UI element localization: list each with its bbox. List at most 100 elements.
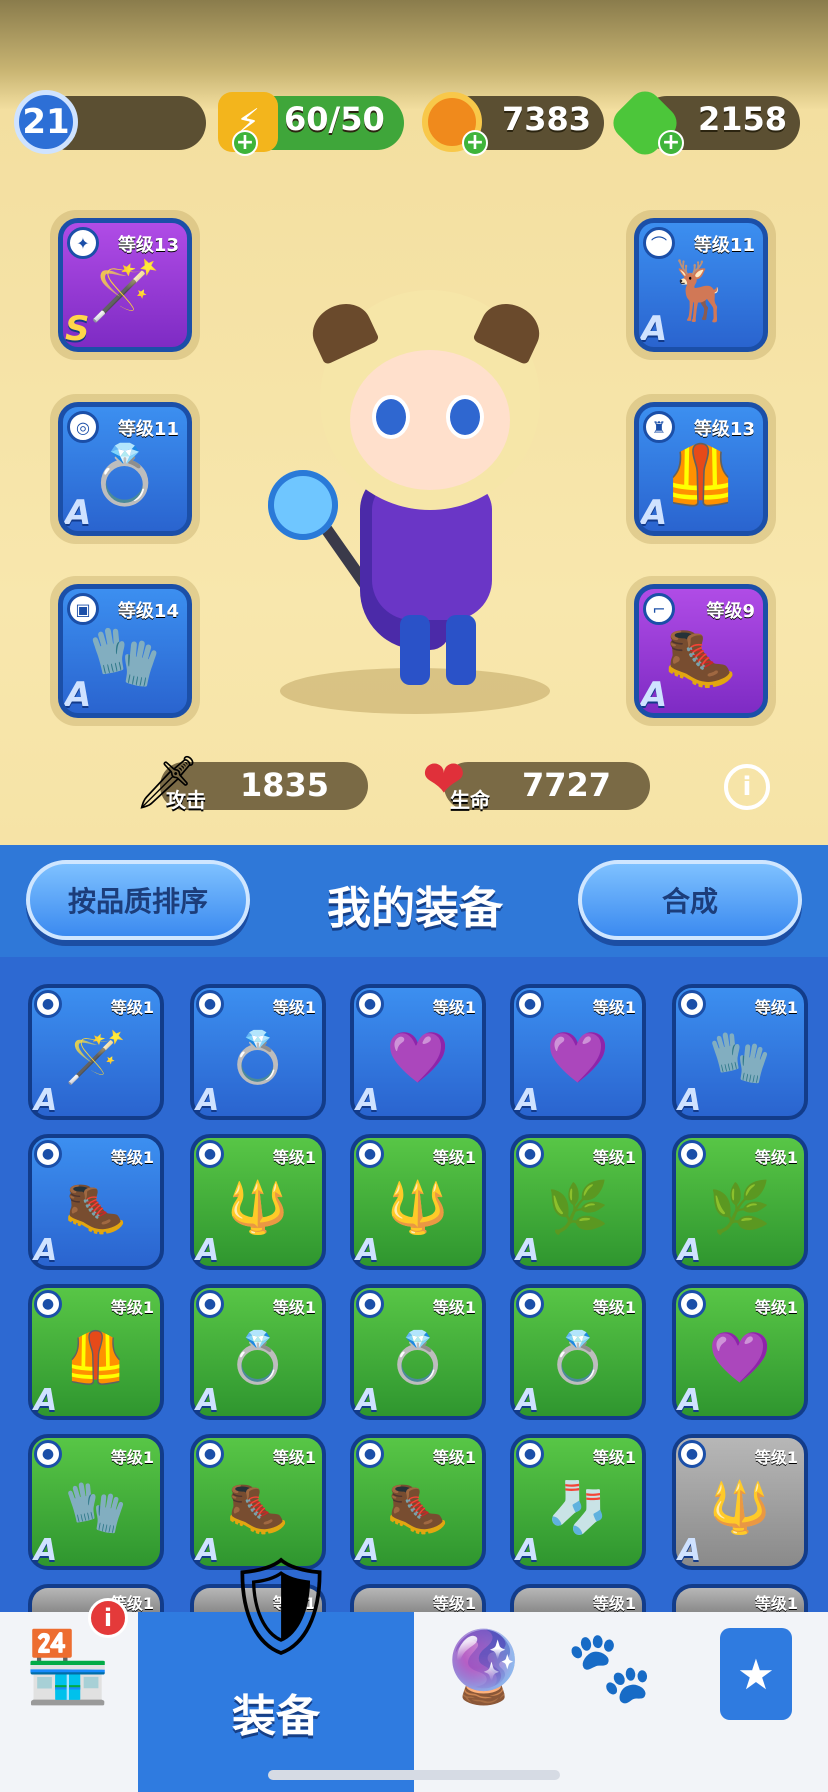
inventory-item-partial[interactable]: 等级1	[510, 1584, 646, 1613]
inventory-item-partial[interactable]: 等级1	[350, 1584, 486, 1613]
inventory-item[interactable]: ● 等级1 🔱 A	[672, 1434, 808, 1570]
equip-slot-armor[interactable]: ♜ 等级13 🦺 A	[626, 394, 776, 544]
equip-slot-helmet[interactable]: ⌒ 等级11 🦌 A	[626, 210, 776, 360]
bracer-icon: 🧤	[88, 622, 162, 691]
grade-badge: A	[641, 493, 668, 533]
slot-level: 等级9	[706, 601, 755, 622]
slot-level: 等级13	[693, 419, 755, 440]
item-level: 等级1	[432, 1594, 476, 1613]
grade-badge: A	[356, 1383, 380, 1418]
gems-value: 2158	[698, 100, 788, 138]
item-type-icon: ●	[356, 990, 384, 1018]
inventory-item[interactable]: ● 等级1 🦺 A	[28, 1284, 164, 1420]
item-level: 等级1	[754, 998, 798, 1017]
item-type-icon: ●	[356, 1140, 384, 1168]
inventory-item[interactable]: ● 等级1 🔱 A	[190, 1134, 326, 1270]
equip-slot-ring[interactable]: ◎ 等级11 💍 A	[50, 394, 200, 544]
inventory-item[interactable]: ● 等级1 🧤 A	[672, 984, 808, 1120]
item-level: 等级1	[110, 1148, 154, 1167]
horns-icon: 🦌	[664, 256, 738, 325]
crystal-ball-icon[interactable]: 🔮	[440, 1626, 527, 1709]
item-level: 等级1	[432, 1148, 476, 1167]
boots-type-icon: ⌐	[643, 593, 675, 625]
item-level: 等级1	[754, 1148, 798, 1167]
inventory-item[interactable]: ● 等级1 💍 A	[190, 1284, 326, 1420]
grade-badge: S	[65, 309, 90, 349]
item-type-icon: ●	[34, 1140, 62, 1168]
grade-badge: A	[356, 1233, 380, 1268]
inventory-item[interactable]: ● 等级1 🌿 A	[510, 1134, 646, 1270]
shop-icon[interactable]: 🏪	[24, 1626, 111, 1709]
grade-badge: A	[356, 1083, 380, 1118]
item-type-icon: ●	[356, 1290, 384, 1318]
inventory-item[interactable]: ● 等级1 🔱 A	[350, 1134, 486, 1270]
inventory-item[interactable]: ● 等级1 🥾 A	[350, 1434, 486, 1570]
info-icon[interactable]: i	[724, 764, 770, 810]
inventory-item[interactable]: ● 等级1 💜 A	[350, 984, 486, 1120]
grade-badge: A	[678, 1083, 702, 1118]
item-type-icon: ●	[678, 990, 706, 1018]
home-indicator	[268, 1770, 560, 1780]
item-level: 等级1	[754, 1298, 798, 1317]
item-level: 等级1	[432, 998, 476, 1017]
inventory-item[interactable]: ● 等级1 🧤 A	[28, 1434, 164, 1570]
grade-badge: A	[34, 1083, 58, 1118]
inventory-item[interactable]: ● 等级1 💍 A	[350, 1284, 486, 1420]
equip-slot-boots[interactable]: ⌐ 等级9 🥾 A	[626, 576, 776, 726]
armor-nav-icon: 🛡	[220, 1550, 342, 1662]
inventory-item[interactable]: ● 等级1 💍 A	[510, 1284, 646, 1420]
item-art-icon: 🧤	[708, 1028, 772, 1087]
grade-badge: A	[196, 1233, 220, 1268]
add-coins-button[interactable]: +	[462, 130, 488, 156]
item-type-icon: ●	[678, 1140, 706, 1168]
coins-value: 7383	[502, 100, 592, 138]
grade-badge: A	[356, 1533, 380, 1568]
hp-label: 生命	[450, 788, 490, 812]
inventory-item[interactable]: ● 等级1 💜 A	[672, 1284, 808, 1420]
right-eye	[446, 395, 484, 439]
item-art-icon: 🌿	[546, 1178, 610, 1237]
inventory-item[interactable]: ● 等级1 💜 A	[510, 984, 646, 1120]
inventory-item[interactable]: ● 等级1 🥾 A	[28, 1134, 164, 1270]
item-type-icon: ●	[196, 1440, 224, 1468]
equip-slot-weapon[interactable]: ✦ 等级13 🪄 S	[50, 210, 200, 360]
player-level-badge[interactable]: 21	[14, 90, 78, 154]
paw-icon[interactable]: 🐾	[566, 1626, 653, 1709]
item-art-icon: 🥾	[386, 1478, 450, 1537]
left-eye	[372, 395, 410, 439]
inventory-item[interactable]: ● 等级1 💍 A	[190, 984, 326, 1120]
attack-value: 1835	[240, 766, 330, 804]
item-level: 等级1	[110, 998, 154, 1017]
slot-level: 等级11	[117, 419, 179, 440]
inventory-item[interactable]: ● 等级1 🌿 A	[672, 1134, 808, 1270]
grade-badge: A	[678, 1533, 702, 1568]
weapon-type-icon: ✦	[67, 227, 99, 259]
grade-badge: A	[516, 1533, 540, 1568]
right-leg	[446, 615, 476, 685]
equip-slot-bracer[interactable]: ▣ 等级14 🧤 A	[50, 576, 200, 726]
grade-badge: A	[196, 1533, 220, 1568]
item-type-icon: ●	[516, 1290, 544, 1318]
item-type-icon: ●	[196, 1140, 224, 1168]
item-level: 等级1	[272, 1148, 316, 1167]
armor-icon: 🦺	[664, 440, 738, 509]
add-energy-button[interactable]: +	[232, 130, 258, 156]
inventory-item[interactable]: ● 等级1 🪄 A	[28, 984, 164, 1120]
item-level: 等级1	[592, 1298, 636, 1317]
hp-value: 7727	[522, 766, 612, 804]
bracer-type-icon: ▣	[67, 593, 99, 625]
inventory-item-partial[interactable]: 等级1	[672, 1584, 808, 1613]
item-level: 等级1	[592, 1148, 636, 1167]
slot-level: 等级14	[117, 601, 179, 622]
merge-button[interactable]: 合成	[578, 860, 802, 940]
sort-by-quality-button[interactable]: 按品质排序	[26, 860, 250, 940]
grade-badge: A	[65, 675, 92, 715]
star-card-icon[interactable]: ★	[720, 1628, 792, 1720]
grade-badge: A	[516, 1383, 540, 1418]
item-art-icon: 🥾	[64, 1178, 128, 1237]
add-gems-button[interactable]: +	[658, 130, 684, 156]
inventory-item[interactable]: ● 等级1 🧦 A	[510, 1434, 646, 1570]
item-type-icon: ●	[356, 1440, 384, 1468]
item-type-icon: ●	[516, 1440, 544, 1468]
staff-head	[268, 470, 338, 540]
